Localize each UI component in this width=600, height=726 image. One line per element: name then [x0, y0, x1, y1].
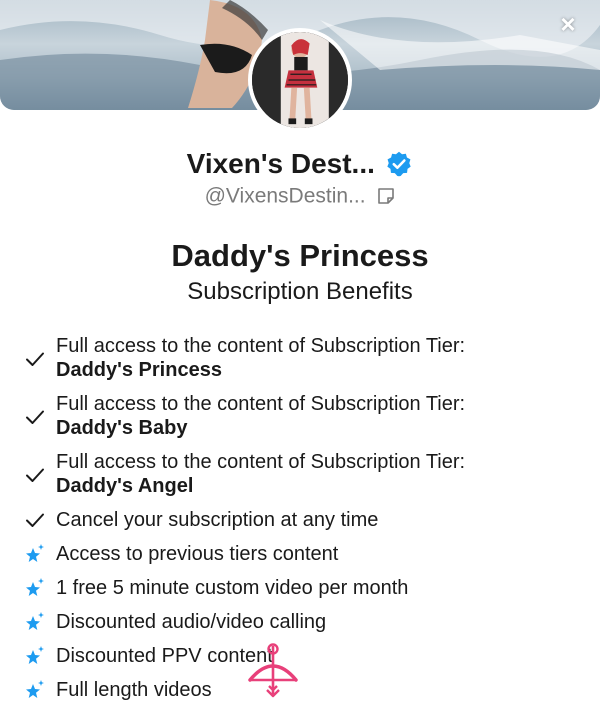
benefit-tier-name: Daddy's Baby [56, 417, 188, 439]
profile-handle[interactable]: @VixensDestin... [205, 184, 366, 207]
verified-badge-icon [387, 151, 412, 177]
check-icon [26, 410, 44, 424]
benefit-text: Full access to the content of Subscripti… [56, 392, 576, 440]
benefit-tier-name: Daddy's Princess [56, 359, 222, 381]
avatar[interactable] [248, 28, 352, 132]
sparkle-star-icon [26, 646, 44, 664]
avatar-photo [252, 32, 348, 128]
check-icon [26, 468, 44, 482]
benefit-label: 1 free 5 minute custom video per month [56, 577, 409, 599]
profile-name[interactable]: Vixen's Dest... [187, 148, 375, 180]
check-icon [26, 513, 44, 527]
sparkle-star-icon [26, 612, 44, 630]
check-icon [26, 352, 44, 366]
benefit-label: Discounted PPV content [56, 645, 273, 667]
close-button[interactable]: × [554, 10, 582, 38]
sparkle-star-icon [26, 578, 44, 596]
benefit-text: Full access to the content of Subscripti… [56, 334, 576, 382]
profile-name-row: Vixen's Dest... [0, 148, 600, 180]
benefit-label: Access to previous tiers content [56, 543, 339, 565]
benefit-label: Full access to the content of Subscripti… [56, 451, 466, 473]
benefit-label: Cancel your subscription at any time [56, 509, 379, 531]
benefit-label: Full length videos [56, 679, 212, 701]
sparkle-star-icon [26, 544, 44, 562]
note-icon[interactable] [377, 187, 395, 205]
benefit-tier-name: Daddy's Angel [56, 475, 194, 497]
benefit-label: Discounted audio/video calling [56, 611, 327, 633]
tier-subtitle: Subscription Benefits [187, 278, 413, 305]
tier-title: Daddy's Princess [171, 238, 429, 273]
bow-and-arrow-icon [248, 643, 298, 698]
benefit-label: Full access to the content of Subscripti… [56, 393, 466, 415]
handle-row: @VixensDestin... [0, 184, 600, 208]
sparkle-star-icon [26, 680, 44, 698]
benefit-text: Full access to the content of Subscripti… [56, 450, 576, 498]
benefit-label: Full access to the content of Subscripti… [56, 335, 466, 357]
